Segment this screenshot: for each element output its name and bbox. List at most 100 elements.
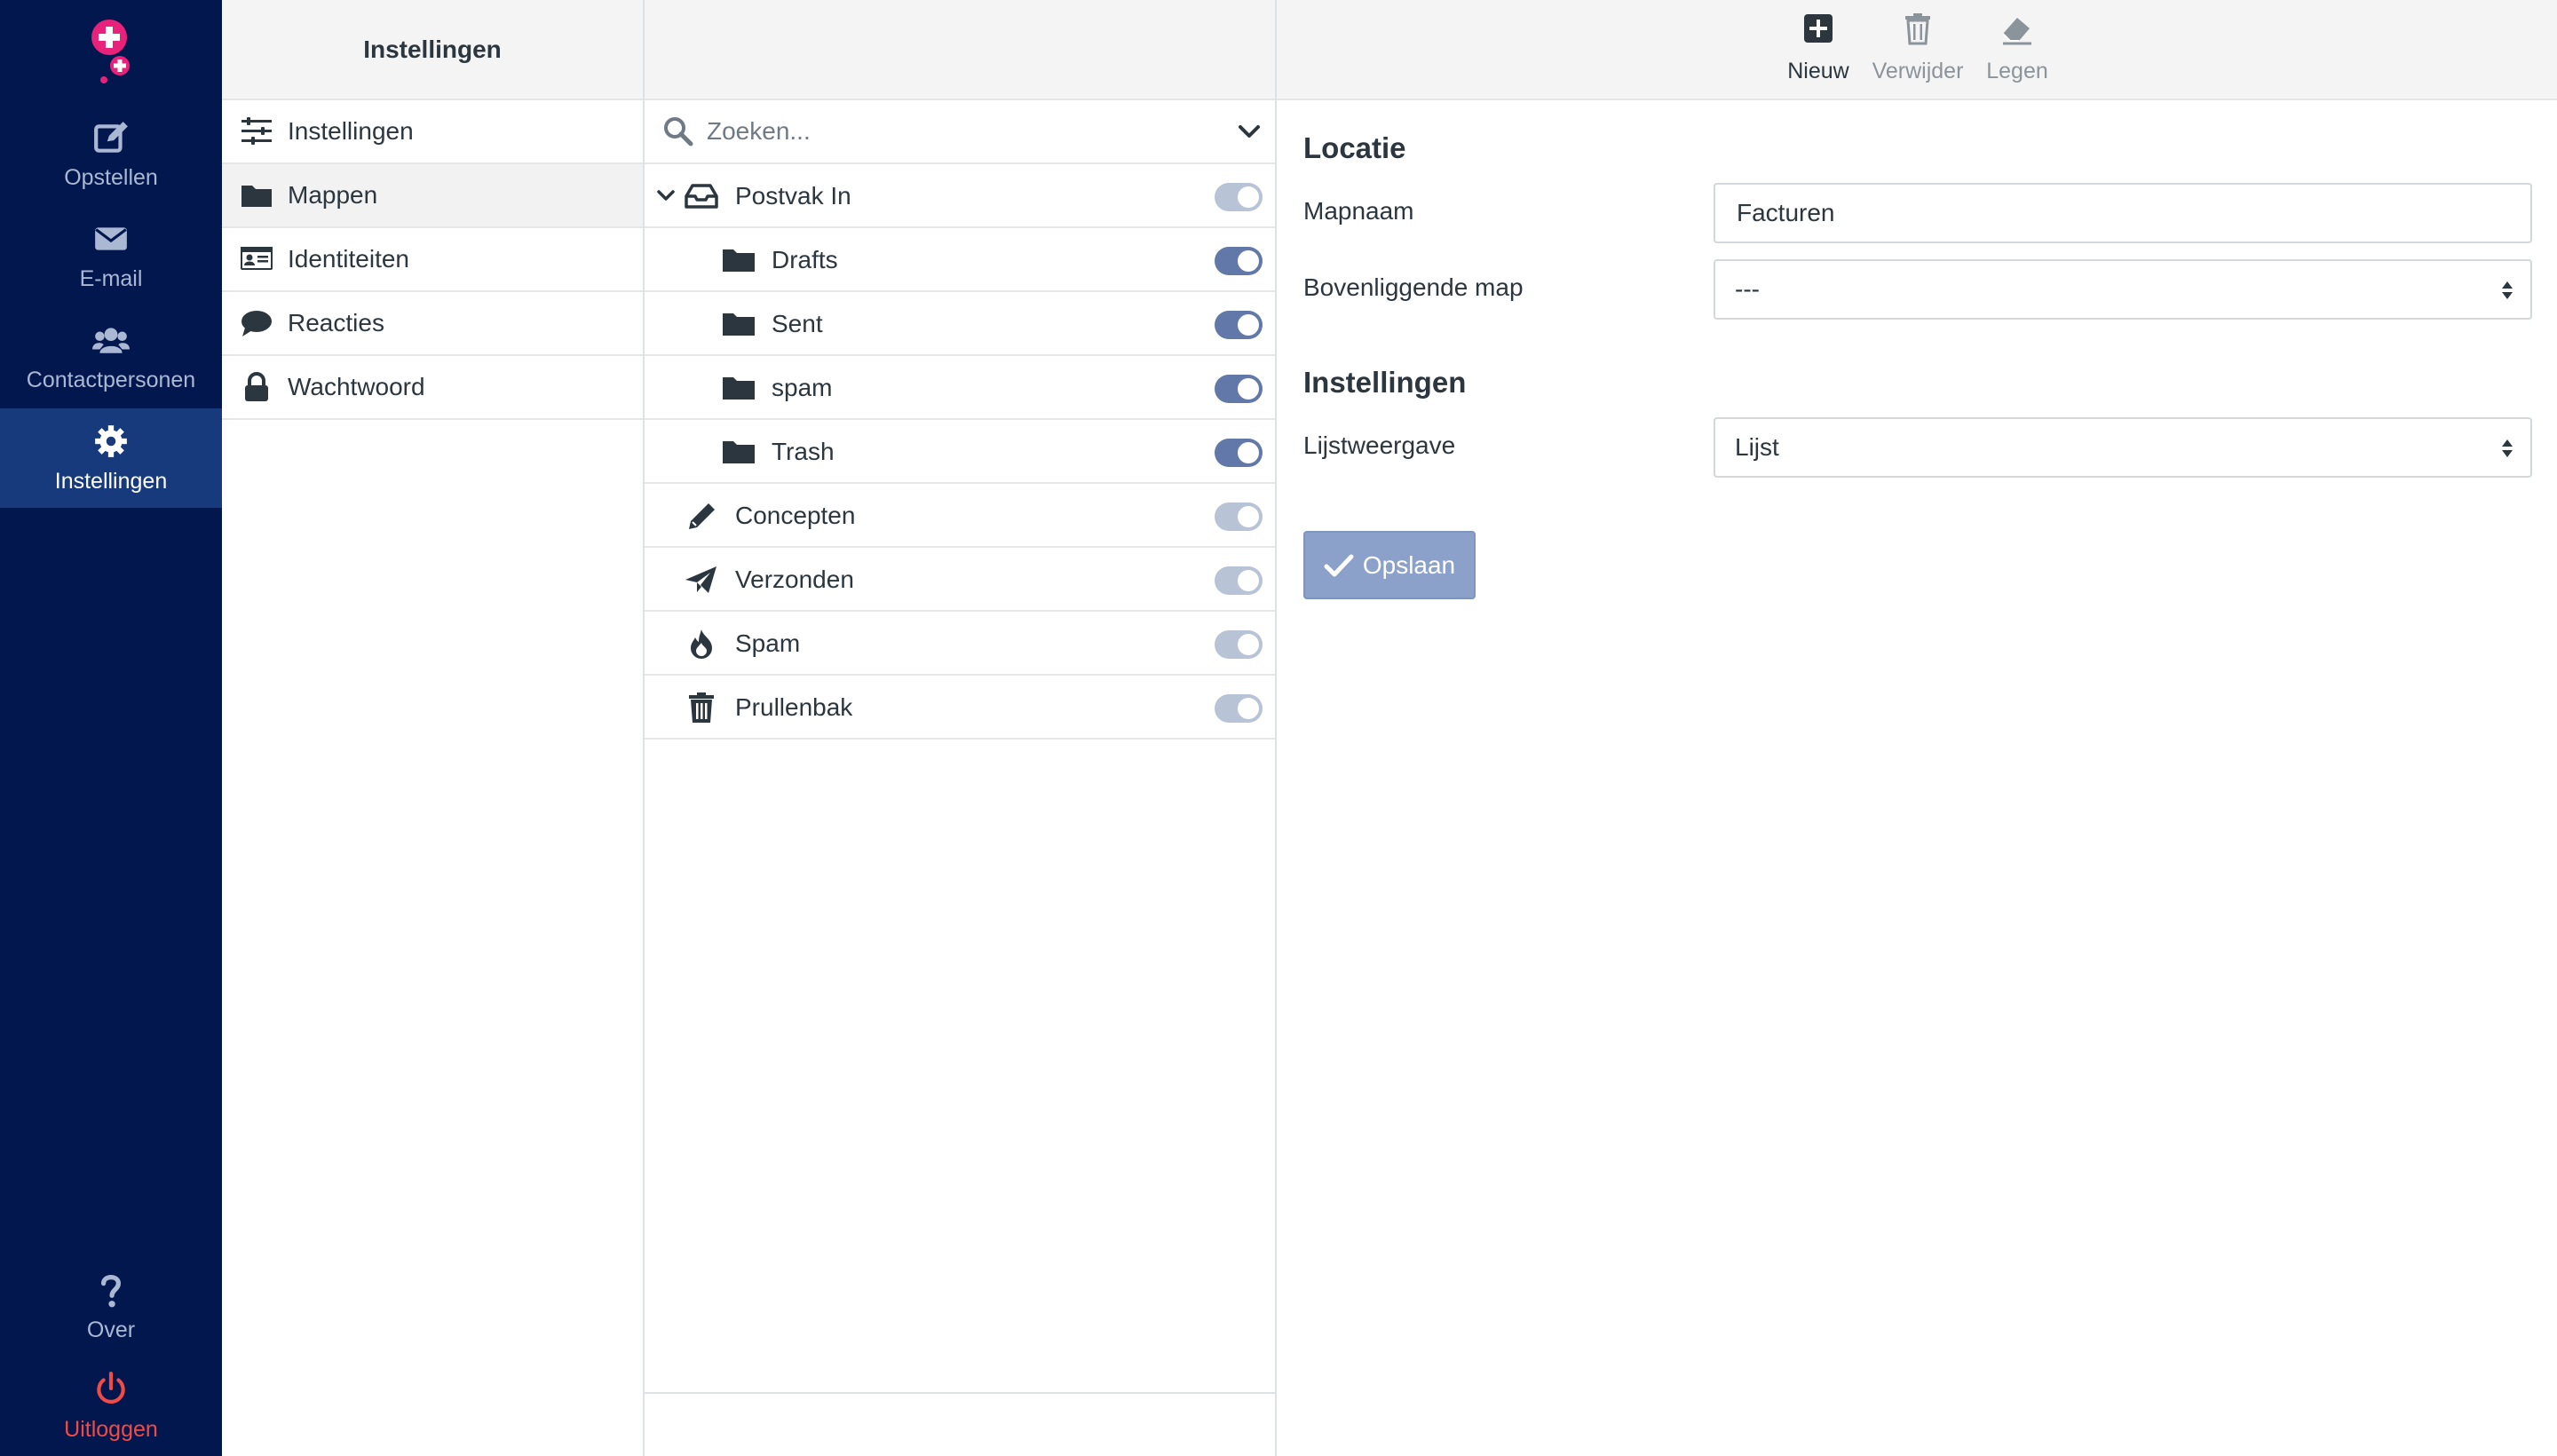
folder-row-inbox[interactable]: Postvak In bbox=[645, 164, 1275, 228]
nav-logout[interactable]: Uitloggen bbox=[0, 1357, 222, 1456]
folder-name: Postvak In bbox=[735, 182, 851, 210]
folder-list-header bbox=[645, 0, 1275, 100]
folder-row-sent-special[interactable]: Verzonden bbox=[645, 548, 1275, 612]
nav-email-label: E-mail bbox=[79, 265, 143, 291]
folder-icon bbox=[723, 313, 755, 336]
nav-compose[interactable]: Opstellen bbox=[0, 105, 222, 204]
settings-header-title: Instellingen bbox=[363, 35, 502, 63]
folder-icon bbox=[723, 249, 755, 272]
trash-icon bbox=[1905, 13, 1930, 45]
folder-name-input[interactable] bbox=[1735, 198, 2511, 228]
settings-list-panel: Instellingen Instellingen Mappen Identit… bbox=[222, 0, 645, 1456]
settings-header: Instellingen bbox=[222, 0, 643, 100]
settings-item-password[interactable]: Wachtwoord bbox=[222, 356, 643, 420]
folder-name: Drafts bbox=[772, 246, 838, 273]
id-card-icon bbox=[241, 247, 273, 270]
settings-item-label: Wachtwoord bbox=[288, 373, 425, 400]
power-icon bbox=[97, 1371, 125, 1404]
folder-row-trash[interactable]: Trash bbox=[645, 420, 1275, 484]
paper-plane-icon bbox=[685, 566, 716, 593]
settings-section-title: Instellingen bbox=[1303, 366, 1467, 399]
nav-settings[interactable]: Instellingen bbox=[0, 408, 222, 508]
detail-toolbar: Nieuw Verwijder Legen bbox=[1277, 0, 2557, 100]
nav-logout-label: Uitloggen bbox=[64, 1416, 158, 1442]
main-navigation: Opstellen E-mail Contactpersonen Instell… bbox=[0, 0, 222, 1456]
eraser-icon bbox=[2002, 18, 2031, 45]
subscribe-toggle[interactable] bbox=[1215, 375, 1263, 403]
subscribe-toggle[interactable] bbox=[1215, 247, 1263, 275]
sort-icon bbox=[2502, 281, 2513, 299]
subscribe-toggle[interactable] bbox=[1215, 439, 1263, 467]
folder-search bbox=[645, 100, 1275, 164]
trash-icon bbox=[689, 692, 714, 723]
search-input[interactable] bbox=[705, 116, 1236, 146]
settings-item-folders[interactable]: Mappen bbox=[222, 164, 643, 228]
list-view-select[interactable]: Lijst bbox=[1714, 417, 2532, 478]
subscribe-toggle[interactable] bbox=[1215, 311, 1263, 339]
chevron-down-icon[interactable] bbox=[655, 185, 677, 206]
new-button-label: Nieuw bbox=[1787, 59, 1849, 83]
envelope-icon bbox=[95, 226, 127, 250]
folder-list-footer bbox=[645, 1392, 1275, 1456]
check-icon bbox=[1324, 554, 1354, 576]
folder-name: Prullenbak bbox=[735, 693, 853, 721]
folder-row-spam-sub[interactable]: spam bbox=[645, 356, 1275, 420]
new-button[interactable]: Nieuw bbox=[1765, 11, 1872, 91]
folder-name-field bbox=[1714, 183, 2532, 243]
folder-row-bin[interactable]: Prullenbak bbox=[645, 676, 1275, 740]
folder-name: Sent bbox=[772, 310, 823, 337]
subscribe-toggle[interactable] bbox=[1215, 502, 1263, 531]
chevron-down-icon[interactable] bbox=[1236, 118, 1263, 145]
plus-square-icon bbox=[1804, 14, 1833, 43]
nav-compose-label: Opstellen bbox=[64, 164, 158, 190]
subscribe-toggle[interactable] bbox=[1215, 694, 1263, 723]
folder-name: spam bbox=[772, 374, 833, 401]
list-view-label: Lijstweergave bbox=[1303, 431, 1456, 459]
settings-item-label: Identiteiten bbox=[288, 245, 409, 273]
settings-item-label: Instellingen bbox=[288, 117, 414, 145]
empty-button-label: Legen bbox=[1986, 59, 2048, 83]
folder-list-panel: Postvak In Drafts Sent spam Trash bbox=[645, 0, 1277, 1456]
settings-item-responses[interactable]: Reacties bbox=[222, 292, 643, 356]
sort-icon bbox=[2502, 439, 2513, 457]
search-icon bbox=[664, 117, 693, 146]
folder-row-sent[interactable]: Sent bbox=[645, 292, 1275, 356]
nav-about-label: Over bbox=[86, 1317, 136, 1342]
location-section-title: Locatie bbox=[1303, 131, 1406, 164]
folder-name: Trash bbox=[772, 438, 835, 465]
question-icon bbox=[100, 1274, 122, 1307]
nav-contacts[interactable]: Contactpersonen bbox=[0, 307, 222, 407]
lock-icon bbox=[245, 372, 268, 401]
folder-name-label: Mapnaam bbox=[1303, 197, 1414, 225]
settings-item-label: Mappen bbox=[288, 181, 378, 209]
settings-item-label: Reacties bbox=[288, 309, 384, 336]
folder-name: Concepten bbox=[735, 502, 856, 529]
folder-row-junk[interactable]: Spam bbox=[645, 612, 1275, 676]
gear-icon bbox=[95, 424, 127, 457]
folder-name: Spam bbox=[735, 629, 801, 657]
delete-button[interactable]: Verwijder bbox=[1864, 11, 1971, 91]
parent-folder-label: Bovenliggende map bbox=[1303, 273, 1524, 301]
settings-item-general[interactable]: Instellingen bbox=[222, 100, 643, 164]
subscribe-toggle[interactable] bbox=[1215, 630, 1263, 659]
subscribe-toggle[interactable] bbox=[1215, 566, 1263, 595]
subscribe-toggle[interactable] bbox=[1215, 183, 1263, 211]
folder-row-drafts-special[interactable]: Concepten bbox=[645, 484, 1275, 548]
settings-item-identities[interactable]: Identiteiten bbox=[222, 228, 643, 292]
save-button[interactable]: Opslaan bbox=[1303, 531, 1476, 599]
folder-name: Verzonden bbox=[735, 566, 854, 593]
fire-icon bbox=[691, 629, 712, 659]
list-view-value: Lijst bbox=[1735, 433, 1779, 461]
app-logo bbox=[84, 18, 138, 89]
empty-button[interactable]: Legen bbox=[1964, 11, 2070, 91]
comment-icon bbox=[241, 311, 272, 336]
nav-settings-label: Instellingen bbox=[54, 468, 168, 494]
nav-about[interactable]: Over bbox=[0, 1257, 222, 1357]
delete-button-label: Verwijder bbox=[1872, 59, 1964, 83]
sliders-icon bbox=[241, 117, 272, 145]
users-icon bbox=[92, 327, 130, 353]
folder-row-drafts[interactable]: Drafts bbox=[645, 228, 1275, 292]
parent-folder-select[interactable]: --- bbox=[1714, 259, 2532, 320]
parent-folder-value: --- bbox=[1735, 275, 1760, 303]
nav-email[interactable]: E-mail bbox=[0, 206, 222, 305]
